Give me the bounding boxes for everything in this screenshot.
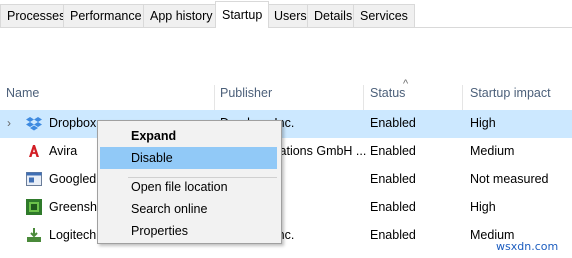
tab-processes[interactable]: Processes [0, 4, 73, 27]
row-impact: High [470, 200, 496, 214]
dropbox-icon [26, 117, 42, 131]
row-status: Enabled [370, 228, 416, 242]
column-header-startup-impact[interactable]: Startup impact [470, 86, 551, 110]
menu-item-properties[interactable]: Properties [100, 220, 277, 242]
table-row[interactable]: › Dropbox Dropbox, Inc. Enabled High [0, 110, 572, 138]
avira-icon [26, 143, 42, 159]
row-name: Avira [49, 144, 78, 158]
column-divider[interactable] [462, 85, 463, 112]
menu-item-label: Search online [131, 202, 208, 216]
logitech-icon [27, 228, 41, 242]
row-name: Googledr [49, 172, 101, 186]
row-impact: High [470, 116, 496, 130]
tab-bar-divider [0, 27, 572, 28]
row-status: Enabled [370, 200, 416, 214]
tab-details[interactable]: Details [307, 4, 360, 27]
tab-bar: Processes Performance App history Startu… [0, 0, 572, 28]
tab-startup[interactable]: Startup [215, 1, 270, 28]
column-header-publisher[interactable]: Publisher [220, 86, 272, 110]
table-row[interactable]: Avira Avira Operations GmbH ... Enabled … [0, 138, 572, 166]
table-row[interactable]: Googledr Enabled Not measured [0, 166, 572, 194]
tab-performance[interactable]: Performance [63, 4, 149, 27]
menu-item-disable[interactable]: Disable [100, 147, 277, 169]
context-menu: Expand Disable Open file location Search… [97, 120, 282, 244]
row-status: Enabled [370, 116, 416, 130]
menu-item-label: Disable [131, 151, 173, 165]
row-status: Enabled [370, 172, 416, 186]
menu-item-label: Open file location [131, 180, 228, 194]
column-header-name[interactable]: Name [6, 86, 39, 110]
greenshot-icon [26, 199, 42, 215]
tab-services[interactable]: Services [353, 4, 415, 27]
menu-item-search-online[interactable]: Search online [100, 198, 277, 220]
menu-item-label: Properties [131, 224, 188, 238]
table-row[interactable]: Logitech Logitech, Inc. Enabled Medium [0, 222, 572, 250]
row-status: Enabled [370, 144, 416, 158]
row-name: Dropbox [49, 116, 97, 130]
menu-item-label: Expand [131, 129, 177, 143]
chevron-right-icon[interactable]: › [7, 116, 11, 130]
row-impact: Medium [470, 144, 515, 158]
watermark: wsxdn.com [496, 240, 559, 253]
google-drive-icon [26, 172, 42, 186]
row-name: Logitech [49, 228, 97, 242]
row-impact: Not measured [470, 172, 549, 186]
column-header-status[interactable]: Status [370, 86, 405, 110]
column-divider[interactable] [214, 85, 215, 112]
tab-app-history[interactable]: App history [143, 4, 220, 27]
menu-item-open-file-location[interactable]: Open file location [100, 176, 277, 198]
column-divider[interactable] [363, 85, 364, 112]
menu-item-expand[interactable]: Expand [100, 125, 277, 147]
table-row[interactable]: Greenshot Enabled High [0, 194, 572, 222]
